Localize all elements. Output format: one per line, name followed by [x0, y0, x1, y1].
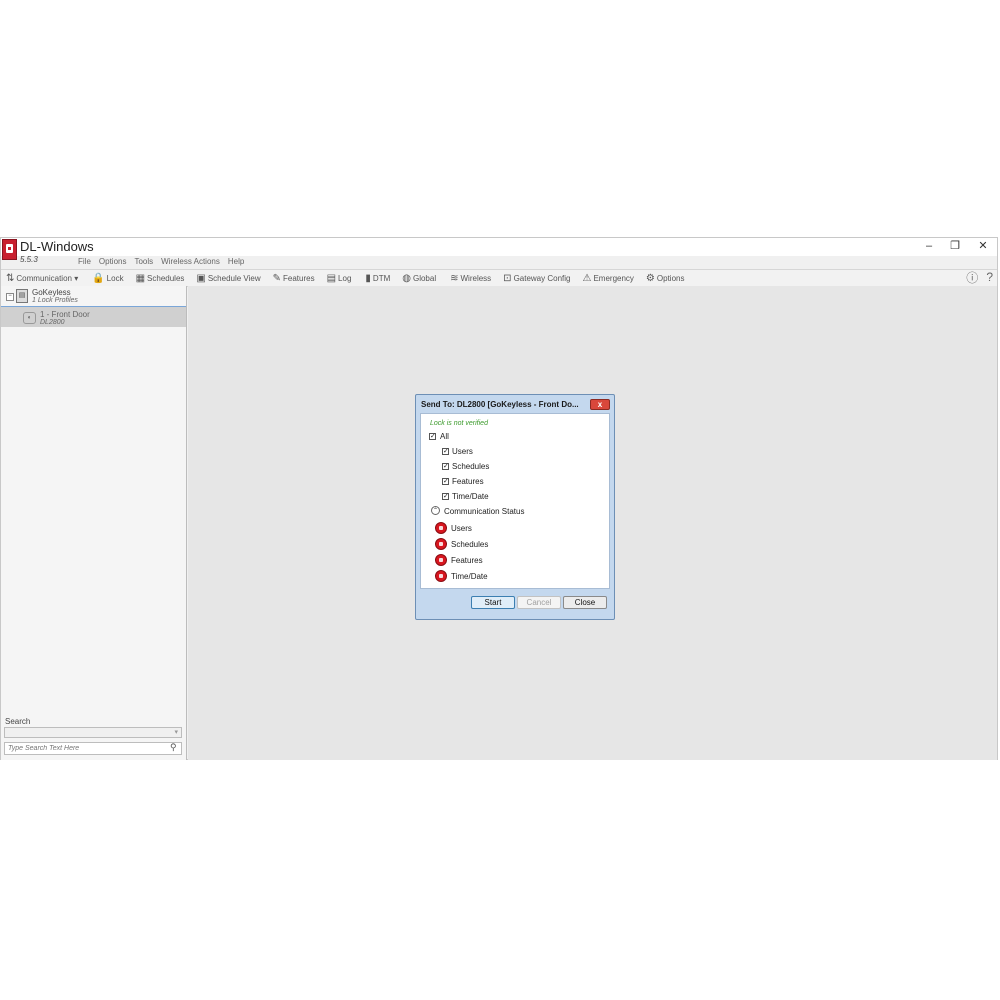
communication-icon: ⇅: [6, 272, 15, 284]
status-error-icon: [435, 522, 447, 534]
log-icon: ▤: [326, 272, 337, 284]
lock-name: 1 - Front Door: [40, 310, 90, 319]
search-input[interactable]: [4, 742, 182, 755]
help-icon[interactable]: ?: [986, 270, 993, 284]
checkbox-features-label: Features: [452, 477, 484, 486]
profile-count: 1 Lock Profiles: [32, 297, 78, 304]
tools-icon: ✎: [272, 272, 282, 284]
dtm-icon: ▮: [365, 272, 371, 284]
menu-options[interactable]: Options: [99, 257, 127, 268]
status-users-label: Users: [451, 524, 472, 533]
status-schedules-label: Schedules: [451, 540, 489, 549]
close-button[interactable]: Close: [563, 596, 607, 609]
tree-lock-front-door[interactable]: ◐ 1 - Front Door DL2800: [1, 307, 186, 327]
status-features-label: Features: [451, 556, 483, 565]
toolbar-label: Schedule View: [207, 273, 261, 283]
restore-button[interactable]: ❐: [947, 240, 963, 252]
toolbar-label: Wireless: [460, 273, 492, 283]
toolbar-label: Options: [656, 273, 685, 283]
toolbar-schedules[interactable]: ▦ Schedules: [136, 273, 185, 284]
chevron-down-icon: ▾: [174, 729, 178, 736]
checkbox-features[interactable]: ✓: [442, 478, 449, 485]
app-logo-icon: [2, 239, 17, 260]
search-label: Search: [5, 717, 31, 726]
status-error-icon: [435, 570, 447, 582]
dialog-close-button[interactable]: x: [590, 399, 610, 410]
title-bar: DL-Windows – ❐ ✕: [1, 238, 997, 260]
checkbox-time-date-label: Time/Date: [452, 492, 489, 501]
checkbox-all[interactable]: ✓: [429, 433, 436, 440]
dialog-title: Send To: DL2800 [GoKeyless - Front Do...: [421, 400, 579, 409]
communication-status-label: Communication Status: [444, 507, 525, 516]
app-version: 5.5.3: [20, 255, 38, 264]
lock-status-message: Lock is not verified: [430, 420, 488, 427]
menu-tools[interactable]: Tools: [134, 257, 153, 268]
emergency-icon: ⚠: [582, 272, 592, 284]
menu-bar: File Options Tools Wireless Actions Help: [78, 257, 252, 268]
toolbar-label: Communication ▾: [16, 273, 79, 283]
collapse-icon[interactable]: −: [6, 293, 14, 301]
profile-icon: ▤: [16, 289, 28, 303]
toolbar: ⇅ Communication ▾ 🔒 Lock ▦ Schedules ▣ Sched…: [1, 269, 997, 287]
gear-icon: ⚙: [645, 272, 655, 284]
lock-tree-panel: − ▤ GoKeyless 1 Lock Profiles ◐ 1 - Fron…: [1, 286, 187, 760]
door-lock-icon: ◐: [23, 312, 36, 324]
send-to-dialog: Send To: DL2800 [GoKeyless - Front Do...…: [415, 394, 615, 620]
dialog-footer: Start Cancel Close: [420, 591, 610, 615]
checkbox-users[interactable]: ✓: [442, 448, 449, 455]
search-field-dropdown[interactable]: ▾: [4, 727, 182, 738]
globe-icon: ◍: [402, 272, 411, 284]
toolbar-emergency[interactable]: ⚠ Emergency: [582, 273, 633, 284]
cancel-button[interactable]: Cancel: [517, 596, 561, 609]
menu-wireless-actions[interactable]: Wireless Actions: [161, 257, 220, 268]
start-button[interactable]: Start: [471, 596, 515, 609]
menu-file[interactable]: File: [78, 257, 91, 268]
menu-help[interactable]: Help: [228, 257, 244, 268]
lock-icon: 🔒: [92, 272, 105, 284]
chevron-up-icon[interactable]: ⌃: [431, 506, 440, 515]
help-icons: ⓘ ?: [966, 269, 993, 285]
status-error-icon: [435, 554, 447, 566]
toolbar-label: DTM: [372, 273, 391, 283]
toolbar-gateway-config[interactable]: ⊡ Gateway Config: [503, 273, 570, 284]
wireless-icon: ≋: [450, 272, 459, 284]
toolbar-options[interactable]: ⚙ Options: [646, 273, 685, 284]
status-time-date-label: Time/Date: [451, 572, 488, 581]
toolbar-log[interactable]: ▤ Log: [327, 273, 352, 284]
toolbar-label: Emergency: [593, 273, 634, 283]
close-window-button[interactable]: ✕: [975, 240, 991, 252]
toolbar-label: Lock: [106, 273, 124, 283]
toolbar-wireless[interactable]: ≋ Wireless: [450, 273, 491, 284]
toolbar-communication[interactable]: ⇅ Communication ▾: [6, 273, 78, 284]
toolbar-label: Log: [338, 273, 352, 283]
toolbar-features[interactable]: ✎ Features: [273, 273, 315, 284]
toolbar-label: Schedules: [147, 273, 185, 283]
tree-profile-gokeyless[interactable]: − ▤ GoKeyless 1 Lock Profiles: [1, 286, 186, 307]
info-icon[interactable]: ⓘ: [966, 269, 978, 286]
toolbar-dtm[interactable]: ▮ DTM: [365, 273, 390, 284]
checkbox-schedules-label: Schedules: [452, 462, 490, 471]
checkbox-time-date[interactable]: ✓: [442, 493, 449, 500]
profile-name: GoKeyless: [32, 288, 71, 297]
toolbar-schedule-view[interactable]: ▣ Schedule View: [196, 273, 260, 284]
lock-model: DL2800: [40, 319, 65, 326]
checkbox-all-label: All: [440, 432, 449, 441]
schedules-icon: ▦: [135, 272, 146, 284]
toolbar-label: Gateway Config: [513, 273, 571, 283]
dialog-body: Lock is not verified ✓ All ✓ Users ✓ Sch…: [420, 413, 610, 589]
toolbar-lock[interactable]: 🔒 Lock: [92, 273, 123, 284]
app-title: DL-Windows: [20, 239, 94, 254]
search-icon[interactable]: ⚲: [170, 742, 177, 753]
calendar-icon: ▣: [196, 272, 206, 284]
status-error-icon: [435, 538, 447, 550]
minimize-button[interactable]: –: [921, 240, 937, 252]
toolbar-label: Global: [412, 273, 437, 283]
checkbox-users-label: Users: [452, 447, 473, 456]
gateway-icon: ⊡: [503, 272, 512, 284]
toolbar-global[interactable]: ◍ Global: [402, 273, 436, 284]
toolbar-label: Features: [283, 273, 315, 283]
checkbox-schedules[interactable]: ✓: [442, 463, 449, 470]
